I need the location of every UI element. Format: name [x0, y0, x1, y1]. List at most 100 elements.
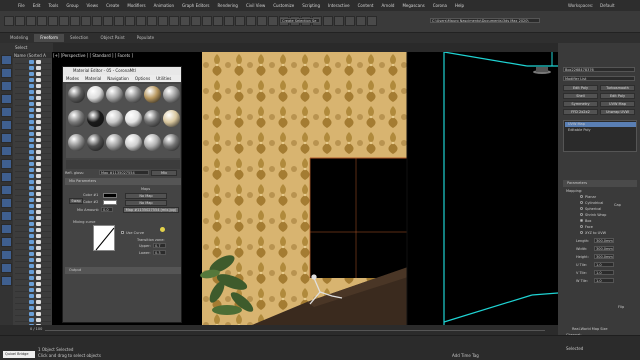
parameters-rollout[interactable]: Parameters — [563, 180, 637, 187]
visibility-eye-icon[interactable] — [29, 270, 34, 274]
explorer-filter-icon[interactable] — [1, 120, 12, 130]
toolbar-tool-icon[interactable] — [37, 16, 47, 26]
output-rollout[interactable]: Output — [65, 267, 181, 274]
scene-row[interactable] — [15, 174, 51, 178]
freeze-icon[interactable] — [36, 264, 41, 268]
visibility-eye-icon[interactable] — [29, 312, 34, 316]
timeline[interactable]: 0 / 100 — [0, 325, 558, 335]
visibility-eye-icon[interactable] — [29, 162, 34, 166]
visibility-eye-icon[interactable] — [29, 150, 34, 154]
material-slot-sphere[interactable] — [144, 110, 161, 127]
modifier-stack[interactable]: UVW Map Editable Poly — [563, 120, 637, 152]
visibility-eye-icon[interactable] — [29, 156, 34, 160]
visibility-eye-icon[interactable] — [29, 264, 34, 268]
freeze-icon[interactable] — [36, 246, 41, 250]
scene-row[interactable] — [15, 312, 51, 316]
modifier-shortcut-button[interactable]: Symmetry — [563, 101, 598, 107]
material-slots[interactable] — [66, 84, 180, 158]
material-slot-sphere[interactable] — [163, 134, 180, 151]
scene-row[interactable] — [15, 90, 51, 94]
uvw-param-field[interactable]: 1.0 — [594, 270, 614, 275]
freeze-icon[interactable] — [36, 144, 41, 148]
visibility-eye-icon[interactable] — [29, 78, 34, 82]
scene-row[interactable] — [15, 258, 51, 262]
scene-row[interactable] — [15, 228, 51, 232]
explorer-filter-icon[interactable] — [1, 107, 12, 117]
mix-parameters-rollout[interactable]: Mix Parameters — [65, 178, 181, 185]
freeze-icon[interactable] — [36, 228, 41, 232]
ribbon-tab[interactable]: Selection — [64, 34, 94, 42]
freeze-icon[interactable] — [36, 168, 41, 172]
modifier-shortcut-button[interactable]: Turbosmooth — [600, 85, 635, 91]
freeze-icon[interactable] — [36, 288, 41, 292]
uvw-param-field[interactable]: 300.0mm — [594, 254, 614, 259]
freeze-icon[interactable] — [36, 60, 41, 64]
project-path[interactable]: C:\Users\Mauro Nascimento\Documents\3ds … — [430, 18, 540, 23]
explorer-filter-icon[interactable] — [1, 133, 12, 143]
mapping-radio[interactable] — [580, 207, 583, 210]
visibility-eye-icon[interactable] — [29, 294, 34, 298]
command-panel[interactable]: Box2268478376 Modifier List Edit Poly Tur… — [558, 43, 640, 343]
toolbar-tool-icon[interactable] — [224, 16, 234, 26]
toolbar-tool-icon[interactable] — [125, 16, 135, 26]
material-slot-sphere[interactable] — [144, 134, 161, 151]
stack-item-uvw-map[interactable]: UVW Map — [565, 122, 636, 127]
modifier-shortcut-button[interactable]: Unwrap UVW — [600, 109, 635, 115]
menu-item[interactable]: Megascans — [402, 3, 424, 8]
viewport-label[interactable]: [+] [Perspective ] [ Standard ] [ Facets… — [53, 53, 133, 58]
modifier-shortcut-button[interactable]: UVW Map — [600, 101, 635, 107]
freeze-icon[interactable] — [36, 192, 41, 196]
visibility-eye-icon[interactable] — [29, 210, 34, 214]
visibility-eye-icon[interactable] — [29, 222, 34, 226]
material-slot-sphere[interactable] — [106, 110, 123, 127]
freeze-icon[interactable] — [36, 204, 41, 208]
scene-row[interactable] — [15, 240, 51, 244]
color1-map-button[interactable]: No Map — [125, 193, 167, 199]
mat-menu-item[interactable]: Options — [135, 75, 150, 82]
visibility-eye-icon[interactable] — [29, 126, 34, 130]
mix-map-button[interactable]: Map #1135027554 (mix.jpg) — [123, 207, 179, 213]
freeze-icon[interactable] — [36, 198, 41, 202]
freeze-icon[interactable] — [36, 258, 41, 262]
visibility-eye-icon[interactable] — [29, 132, 34, 136]
visibility-eye-icon[interactable] — [29, 144, 34, 148]
scene-row[interactable] — [15, 204, 51, 208]
freeze-icon[interactable] — [36, 126, 41, 130]
material-slot-sphere[interactable] — [125, 134, 142, 151]
mat-menu-item[interactable]: Modes — [66, 75, 79, 82]
freeze-icon[interactable] — [36, 234, 41, 238]
material-slot-sphere[interactable] — [68, 86, 85, 103]
material-slot-sphere[interactable] — [87, 110, 104, 127]
scene-row[interactable] — [15, 216, 51, 220]
modifier-list-dropdown[interactable]: Modifier List — [563, 76, 635, 81]
scene-row[interactable] — [15, 60, 51, 64]
visibility-eye-icon[interactable] — [29, 216, 34, 220]
toolbar-tool-icon[interactable] — [81, 16, 91, 26]
menu-item[interactable]: Rendering — [218, 3, 238, 8]
scene-row[interactable] — [15, 150, 51, 154]
toolbar-tool-icon[interactable] — [169, 16, 179, 26]
scene-row[interactable] — [15, 144, 51, 148]
explorer-filter-icon[interactable] — [1, 94, 12, 104]
menu-item[interactable]: Animation — [154, 3, 174, 8]
visibility-eye-icon[interactable] — [29, 66, 34, 70]
toolbar-tool-icon[interactable] — [367, 16, 377, 26]
explorer-filter-icon[interactable] — [1, 211, 12, 221]
material-slot-sphere[interactable] — [144, 86, 161, 103]
scene-row[interactable] — [15, 120, 51, 124]
freeze-icon[interactable] — [36, 102, 41, 106]
ribbon-tab[interactable]: Populate — [131, 34, 160, 42]
toolbar-tool-icon[interactable] — [70, 16, 80, 26]
material-slot-sphere[interactable] — [106, 86, 123, 103]
freeze-icon[interactable] — [36, 210, 41, 214]
toolbar-tool-icon[interactable] — [191, 16, 201, 26]
mapping-radio[interactable] — [580, 213, 583, 216]
scene-row[interactable] — [15, 306, 51, 310]
visibility-eye-icon[interactable] — [29, 288, 34, 292]
freeze-icon[interactable] — [36, 216, 41, 220]
freeze-icon[interactable] — [36, 294, 41, 298]
scene-row[interactable] — [15, 78, 51, 82]
time-slider-track[interactable] — [45, 330, 545, 331]
menu-item[interactable]: Graph Editors — [182, 3, 209, 8]
scene-row[interactable] — [15, 192, 51, 196]
